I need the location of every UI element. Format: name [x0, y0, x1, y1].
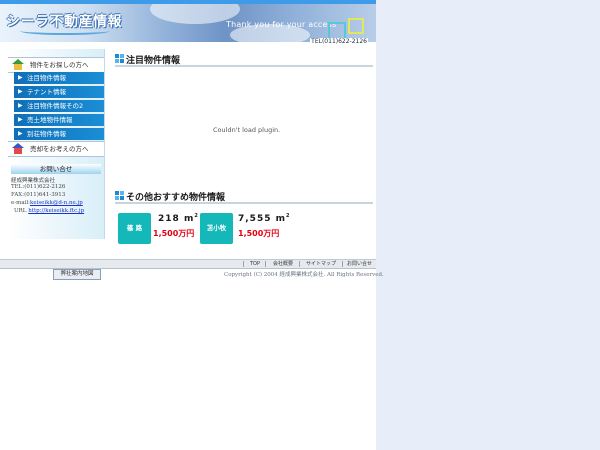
card-price[interactable]: 1,500万円 — [238, 228, 279, 239]
arrow-right-icon: ▶ — [18, 74, 23, 81]
sidebar-item-label: テナント情報 — [27, 88, 66, 96]
sidebar-item-featured[interactable]: ▶ 注目物件情報 — [14, 72, 104, 84]
header-tel: TEL(011)622-2126 — [310, 38, 368, 45]
arrow-right-icon: ▶ — [18, 88, 23, 95]
footer-link-contact[interactable]: お問い合せ — [347, 260, 372, 268]
contact-company: 経成興業株式会社 — [11, 178, 56, 184]
card-area-unit-sup: 2 — [194, 213, 199, 219]
house-icon — [12, 143, 24, 154]
contact-url-label: URL — [14, 208, 27, 214]
sidebar-item-villa[interactable]: ▶ 別荘物件情報 — [14, 128, 104, 140]
contact-email-label: e-mail: — [11, 200, 30, 206]
card-area-value: 218 — [158, 214, 180, 224]
footer-link-top[interactable]: TOP — [250, 260, 260, 268]
contact-email-row: e-mail:keiseikk@d-n.ne.jp — [11, 200, 83, 206]
footer-separator — [265, 261, 266, 267]
section-bullet-icon — [115, 54, 124, 63]
card-area-unit: m — [275, 214, 286, 224]
card-area-value: 7,555 — [238, 214, 272, 224]
footer-separator — [299, 261, 300, 267]
sidebar-item-label: 注目物件情報その2 — [27, 102, 84, 110]
sidebar-item-tenant[interactable]: ▶ テナント情報 — [14, 86, 104, 98]
card-location-badge[interactable]: 篠 路 — [118, 213, 151, 244]
arrow-right-icon: ▶ — [18, 102, 23, 109]
footer-link-sitemap[interactable]: サイトマップ — [306, 260, 336, 268]
header-tagline: Thank you for your access — [226, 20, 337, 29]
page: シーラ不動産情報 Thank you for your access TEL(0… — [0, 0, 384, 450]
contact-title: お問い合せ — [11, 164, 101, 174]
arrow-right-icon: ▶ — [18, 116, 23, 123]
contact-email-link[interactable]: keiseikk@d-n.ne.jp — [30, 200, 83, 206]
sidebar-item-featured-2[interactable]: ▶ 注目物件情報その2 — [14, 100, 104, 112]
contact-tel: TEL:(011)622-2126 — [11, 184, 66, 190]
arrow-right-icon: ▶ — [18, 130, 23, 137]
sidebar-item-label: 注目物件情報 — [27, 74, 66, 82]
map-button[interactable]: 弊社案内地図 — [53, 269, 101, 280]
sidebar-item-land[interactable]: ▶ 売土地物件情報 — [14, 114, 104, 126]
card-price[interactable]: 1,500万円 — [153, 228, 194, 239]
section-rule — [115, 65, 373, 67]
sidebar-heading-label: 物件をお探しの方へ — [30, 61, 89, 69]
sidebar-item-label: 売土地物件情報 — [27, 116, 73, 124]
card-area: 7,555 m2 — [238, 213, 290, 224]
card-area-unit: m — [183, 214, 195, 224]
sidebar-heading-sell[interactable]: 売却をお考えの方へ — [8, 141, 104, 157]
logo-swoosh-icon — [20, 27, 110, 35]
footer-separator — [243, 261, 244, 267]
footer-separator — [342, 261, 343, 267]
card-area-unit-sup: 2 — [286, 213, 291, 219]
section-rule — [115, 202, 373, 204]
contact-fax: FAX:(011)641-3913 — [11, 192, 66, 198]
card-location-badge[interactable]: 苫小牧 — [200, 213, 233, 244]
card-area: 218 m2 — [158, 213, 199, 224]
sidebar-item-label: 別荘物件情報 — [27, 130, 66, 138]
footer-link-company[interactable]: 会社概要 — [273, 260, 293, 268]
header-banner: シーラ不動産情報 Thank you for your access — [0, 4, 376, 42]
section-bullet-icon — [115, 191, 124, 200]
column-divider — [104, 49, 105, 239]
plugin-error-message: Couldn't load plugin. — [213, 126, 281, 134]
sidebar-heading-label: 売却をお考えの方へ — [30, 145, 89, 153]
contact-url-row: URL http://keiseikk.ftc.jp — [14, 208, 84, 214]
sidebar: 物件をお探しの方へ ▶ 注目物件情報 ▶ テナント情報 ▶ 注目物件情報その2 … — [8, 49, 105, 280]
contact-url-link[interactable]: http://keiseikk.ftc.jp — [28, 208, 84, 214]
copyright-text: Copyright (C) 2004 経成興業株式会社. All Rights … — [224, 272, 384, 278]
footer-nav: TOP 会社概要 サイトマップ お問い合せ — [0, 260, 376, 269]
decor-square-icon — [348, 18, 364, 34]
house-icon — [12, 59, 24, 70]
sidebar-heading-search: 物件をお探しの方へ — [8, 57, 104, 73]
